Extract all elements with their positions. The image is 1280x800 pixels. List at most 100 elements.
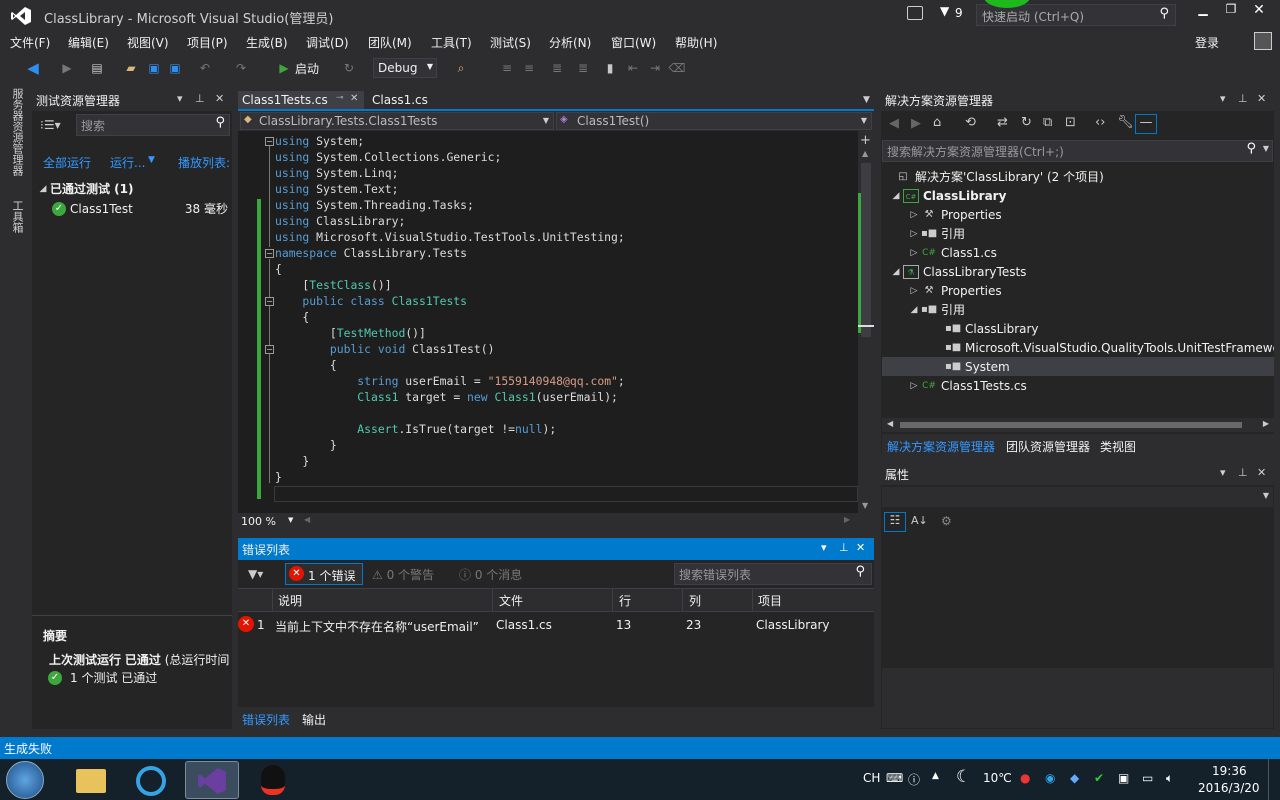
- minimize-button[interactable]: ▁: [1192, 2, 1214, 22]
- tab-error-list[interactable]: 错误列表: [242, 711, 290, 728]
- close-button[interactable]: ✕: [1248, 2, 1270, 22]
- menu-debug[interactable]: 调试(D): [306, 34, 349, 51]
- tree-item-references[interactable]: ▷ ▪■ 引用: [907, 224, 965, 243]
- menu-analyze[interactable]: 分析(N): [549, 34, 591, 51]
- dropdown-icon[interactable]: ▾: [821, 541, 827, 554]
- tab-class1tests[interactable]: Class1Tests.cs ⊸ ✕: [238, 91, 364, 111]
- refresh-icon[interactable]: ↻: [340, 59, 358, 77]
- test-item[interactable]: ✓ Class1Test 38 毫秒: [52, 199, 228, 218]
- comment-icon[interactable]: ≡: [498, 59, 516, 77]
- collapse-caret-icon[interactable]: ▷: [907, 381, 921, 391]
- scroll-down-icon[interactable]: ▼: [862, 501, 868, 510]
- group-by-icon[interactable]: ⁝☰▾: [40, 118, 61, 132]
- home-icon[interactable]: ⌂: [933, 115, 941, 130]
- scroll-right-icon[interactable]: ▶: [1263, 419, 1269, 428]
- side-tab-toolbox[interactable]: 工具箱: [9, 200, 25, 233]
- alphabetical-icon[interactable]: A↓: [911, 514, 928, 527]
- error-description[interactable]: 当前上下文中不存在名称“userEmail”: [275, 618, 479, 635]
- configuration-select[interactable]: Debug ▼: [373, 58, 437, 78]
- tab-class1[interactable]: Class1.cs: [368, 91, 448, 111]
- preview-selected-icon[interactable]: —: [1135, 114, 1157, 134]
- fold-toggle[interactable]: −: [265, 297, 274, 306]
- error-search-input[interactable]: 搜索错误列表 ⚲: [674, 563, 872, 585]
- run-dropdown-icon[interactable]: ▼: [148, 155, 155, 165]
- tray-app-icon[interactable]: ✔: [1094, 771, 1104, 785]
- volume-icon[interactable]: 🔈︎: [1166, 771, 1173, 786]
- scroll-thumb[interactable]: [900, 422, 1242, 428]
- search-icon[interactable]: ⚲: [855, 564, 865, 579]
- column-header-column[interactable]: 列: [689, 592, 701, 609]
- warnings-toggle[interactable]: ⚠ 0 个警告: [372, 566, 434, 583]
- split-icon[interactable]: +: [860, 133, 871, 148]
- tree-item-properties[interactable]: ▷ ⚒ Properties: [907, 205, 1002, 224]
- weather-moon-icon[interactable]: ☾: [956, 767, 971, 787]
- tray-app-icon[interactable]: ▣: [1118, 771, 1129, 785]
- next-bookmark-icon[interactable]: ⇥: [646, 59, 664, 77]
- chevron-down-icon[interactable]: ▼: [1263, 144, 1269, 153]
- bookmark-icon[interactable]: ▮: [601, 59, 619, 77]
- new-project-icon[interactable]: ▤: [88, 59, 106, 77]
- save-icon[interactable]: ▣: [145, 59, 163, 77]
- column-header-file[interactable]: 文件: [499, 592, 523, 609]
- horizontal-scroll-left-icon[interactable]: ◀: [304, 515, 310, 524]
- clear-bookmarks-icon[interactable]: ⌫: [668, 59, 686, 77]
- forward-icon[interactable]: ▶: [911, 116, 921, 131]
- tree-item-properties[interactable]: ▷ ⚒ Properties: [907, 281, 1002, 300]
- test-search-input[interactable]: 搜索 ⚲: [76, 114, 230, 136]
- playlist-link[interactable]: 播放列表:: [178, 154, 230, 171]
- errors-toggle[interactable]: ✕ 1 个错误: [285, 563, 363, 585]
- find-icon[interactable]: ⌕: [452, 59, 470, 77]
- tab-team-explorer[interactable]: 团队资源管理器: [1006, 438, 1090, 455]
- error-file[interactable]: Class1.cs: [496, 618, 552, 632]
- start-button-icon[interactable]: [6, 761, 44, 799]
- messages-toggle[interactable]: ⓘ 0 个消息: [459, 566, 522, 583]
- menu-view[interactable]: 视图(V): [127, 34, 169, 51]
- input-language[interactable]: CH: [863, 771, 880, 785]
- zoom-select[interactable]: 100 % ▼: [238, 514, 298, 530]
- redo-icon[interactable]: ↷: [232, 59, 250, 77]
- menu-file[interactable]: 文件(F): [10, 34, 50, 51]
- tab-solution-explorer[interactable]: 解决方案资源管理器: [887, 438, 995, 455]
- taskbar-file-explorer-icon[interactable]: [63, 761, 117, 799]
- tree-item-class1tests-cs[interactable]: ▷ C# Class1Tests.cs: [907, 376, 1027, 395]
- pin-icon[interactable]: ⊥: [1238, 466, 1248, 479]
- uncomment-icon[interactable]: ≡: [520, 59, 538, 77]
- close-icon[interactable]: ✕: [215, 92, 224, 105]
- refresh-icon[interactable]: ↻: [1021, 115, 1032, 130]
- feedback-icon[interactable]: [907, 6, 923, 20]
- clock-date[interactable]: 2016/3/20: [1198, 781, 1260, 795]
- undo-icon[interactable]: ↶: [196, 59, 214, 77]
- close-icon[interactable]: ✕: [1257, 92, 1266, 105]
- code-editor[interactable]: − − − − using System; using System.Collec…: [238, 131, 858, 513]
- show-all-files-icon[interactable]: ⊡: [1065, 115, 1076, 130]
- pending-changes-icon[interactable]: ⟲: [965, 115, 976, 130]
- filter-icon[interactable]: ▼▾: [248, 567, 263, 581]
- run-all-link[interactable]: 全部运行: [43, 154, 91, 171]
- collapse-all-icon[interactable]: ⧉: [1043, 115, 1052, 130]
- tree-item-references[interactable]: ◢ ▪■ 引用: [907, 300, 965, 319]
- fold-toggle[interactable]: −: [265, 345, 274, 354]
- tree-ref-system[interactable]: ▪■ System: [945, 357, 1010, 376]
- search-icon[interactable]: ⚲: [1159, 6, 1169, 21]
- ime-icon[interactable]: ⌨: [886, 771, 903, 785]
- menu-window[interactable]: 窗口(W): [611, 34, 656, 51]
- column-header-line[interactable]: 行: [619, 592, 631, 609]
- collapse-caret-icon[interactable]: ▷: [907, 286, 921, 296]
- tray-app-icon[interactable]: ◉: [1045, 771, 1055, 785]
- fold-toggle[interactable]: −: [265, 137, 274, 146]
- tray-app-icon[interactable]: ●: [1020, 771, 1030, 785]
- tree-solution-root[interactable]: ◱ 解决方案'ClassLibrary' (2 个项目): [895, 167, 1104, 186]
- menu-project[interactable]: 项目(P): [187, 34, 228, 51]
- taskbar-qq-icon[interactable]: [246, 761, 300, 799]
- back-icon[interactable]: ◀: [889, 116, 899, 131]
- scroll-thumb[interactable]: [861, 163, 871, 337]
- expand-caret-icon[interactable]: ◢: [36, 184, 50, 194]
- properties-wrench-icon[interactable]: 🔧︎: [1117, 115, 1134, 130]
- pin-icon[interactable]: ⊥: [1238, 92, 1248, 105]
- back-icon[interactable]: ◀: [24, 59, 42, 77]
- menu-build[interactable]: 生成(B): [246, 34, 288, 51]
- tray-app-icon[interactable]: ◆: [1070, 771, 1079, 785]
- pin-icon[interactable]: ⊥: [195, 92, 205, 105]
- collapse-caret-icon[interactable]: ▷: [907, 248, 921, 258]
- solution-search-input[interactable]: 搜索解决方案资源管理器(Ctrl+;) ⚲ ▼: [882, 140, 1273, 162]
